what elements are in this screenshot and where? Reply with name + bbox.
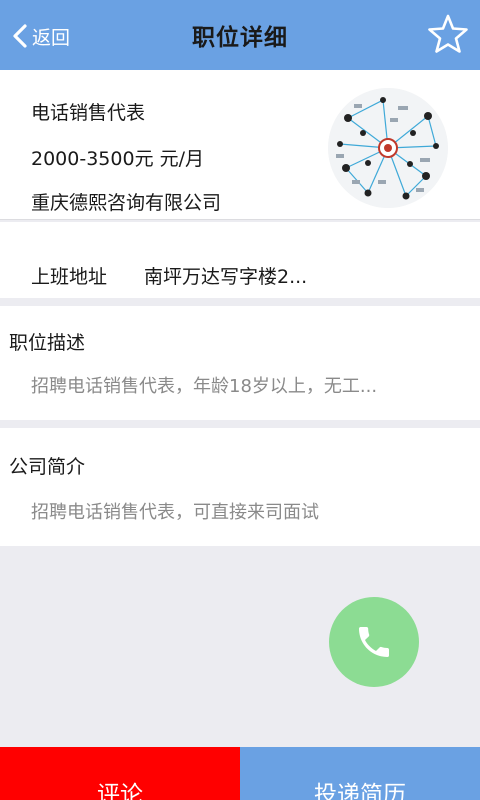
job-description-text: 招聘电话销售代表，年龄18岁以上，无工... xyxy=(31,376,378,397)
address-value: 南坪万达写字楼2... xyxy=(144,266,308,288)
job-description-section: 职位描述 招聘电话销售代表，年龄18岁以上，无工... xyxy=(0,306,480,420)
submit-resume-label: 投递简历 xyxy=(314,782,406,800)
work-address-row[interactable]: 上班地址 南坪万达写字楼2... xyxy=(0,222,480,298)
top-nav-bar: 返回 职位详细 xyxy=(0,0,480,70)
comment-button[interactable]: 评论 xyxy=(0,747,240,800)
job-salary: 2000-3500元 元/月 xyxy=(31,148,205,170)
company-logo xyxy=(328,88,448,208)
submit-resume-button[interactable]: 投递简历 xyxy=(240,747,480,800)
bottom-action-bar: 评论 投递简历 xyxy=(0,747,480,800)
comment-label: 评论 xyxy=(97,782,143,800)
job-title: 电话销售代表 xyxy=(31,102,146,124)
job-detail-screen: 返回 职位详细 电话销售代表 2000-3500元 元/月 重庆德熙咨询有限公司 xyxy=(0,0,480,800)
company-intro-heading: 公司简介 xyxy=(9,456,86,478)
call-button[interactable] xyxy=(329,597,419,687)
job-summary-card: 电话销售代表 2000-3500元 元/月 重庆德熙咨询有限公司 xyxy=(0,70,480,220)
favorite-button[interactable] xyxy=(428,14,468,54)
company-name: 重庆德熙咨询有限公司 xyxy=(31,192,222,214)
job-description-heading: 职位描述 xyxy=(9,332,86,354)
company-intro-section: 公司简介 招聘电话销售代表，可直接来司面试 xyxy=(0,428,480,546)
star-outline-icon xyxy=(428,14,468,53)
page-title: 职位详细 xyxy=(192,25,288,51)
company-intro-text: 招聘电话销售代表，可直接来司面试 xyxy=(31,502,319,523)
phone-icon xyxy=(359,627,389,657)
address-label: 上班地址 xyxy=(31,266,108,288)
